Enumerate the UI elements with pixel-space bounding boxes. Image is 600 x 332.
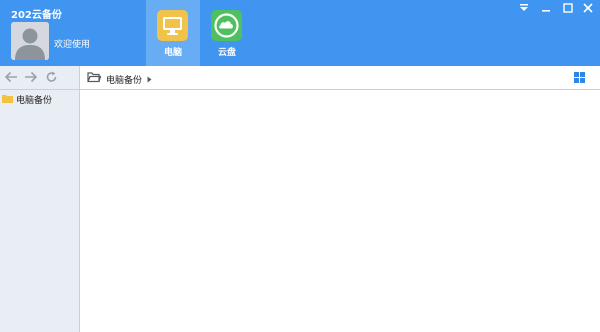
arrow-left-icon[interactable]	[4, 71, 18, 83]
monitor-icon	[157, 10, 188, 41]
sidebar-item-label: 电脑备份	[16, 96, 53, 106]
file-list-area[interactable]	[80, 90, 600, 332]
menu-dropdown-icon[interactable]	[514, 1, 534, 15]
default-avatar-icon[interactable]	[11, 22, 49, 60]
folder-icon	[2, 94, 13, 103]
sidebar-item-computer-backup[interactable]: 电脑备份	[0, 92, 79, 106]
breadcrumb-arrow-icon	[147, 76, 152, 86]
breadcrumb-text: 电脑备份	[106, 76, 143, 86]
close-icon[interactable]	[578, 1, 598, 15]
tab-computer-label: 电脑	[163, 48, 182, 58]
sidebar: 电脑备份	[0, 90, 80, 332]
cloud-icon	[211, 10, 242, 41]
toolbar: 电脑备份	[0, 66, 600, 90]
grid-view-icon[interactable]	[574, 72, 585, 83]
refresh-icon[interactable]	[45, 71, 58, 83]
app-title: 202云备份	[11, 10, 62, 21]
tab-cloud-label: 云盘	[217, 48, 236, 58]
minimize-icon[interactable]	[536, 1, 556, 15]
arrow-right-icon[interactable]	[24, 71, 38, 83]
welcome-text: 欢迎使用	[54, 40, 91, 50]
breadcrumb-path[interactable]: 电脑备份	[106, 73, 152, 86]
tab-computer[interactable]: 电脑	[146, 0, 200, 66]
tab-cloud[interactable]: 云盘	[200, 0, 254, 66]
header-bar: 202云备份 欢迎使用 电脑 云盘	[0, 0, 600, 66]
nav-buttons-area	[0, 66, 80, 89]
folder-open-icon[interactable]	[87, 71, 101, 83]
maximize-icon[interactable]	[558, 1, 578, 15]
